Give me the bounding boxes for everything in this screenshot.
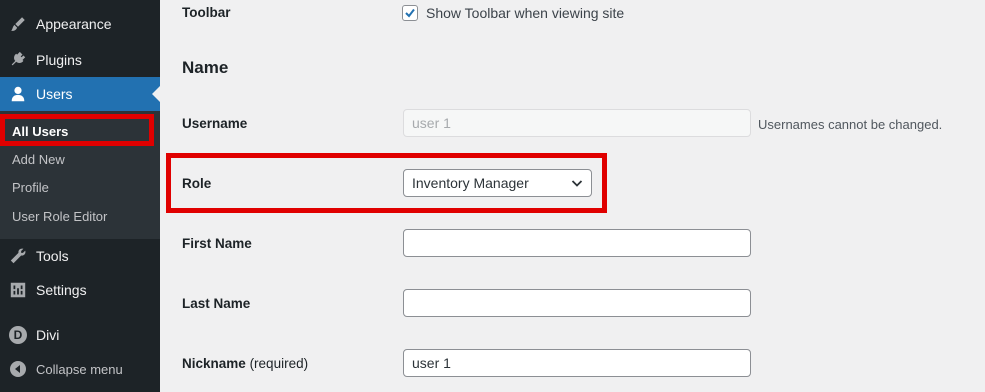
menu-label: Tools	[36, 248, 69, 264]
role-select[interactable]: Inventory Manager	[403, 169, 592, 197]
user-icon	[8, 84, 28, 104]
menu-item-divi[interactable]: D Divi	[0, 318, 160, 352]
current-menu-arrow	[152, 86, 160, 102]
paintbrush-icon	[8, 14, 28, 34]
username-input	[403, 109, 751, 137]
nickname-input[interactable]	[403, 349, 751, 377]
nickname-label: Nickname (required)	[182, 356, 309, 371]
collapse-icon	[8, 359, 28, 379]
submenu-item-user-role-editor[interactable]: User Role Editor	[12, 209, 107, 224]
menu-item-users[interactable]: Users	[0, 77, 160, 111]
submenu-item-profile[interactable]: Profile	[12, 180, 49, 195]
menu-label: Plugins	[36, 52, 82, 68]
username-label: Username	[182, 116, 248, 131]
menu-label: Collapse menu	[36, 361, 123, 377]
submenu-item-all-users[interactable]: All Users	[12, 124, 68, 139]
username-description: Usernames cannot be changed.	[758, 117, 943, 132]
toolbar-checkbox-label[interactable]: Show Toolbar when viewing site	[426, 5, 624, 21]
submenu-item-add-new[interactable]: Add New	[12, 152, 65, 167]
toolbar-checkbox[interactable]	[402, 5, 418, 21]
menu-item-appearance[interactable]: Appearance	[0, 7, 160, 41]
users-submenu: All Users Add New Profile User Role Edit…	[0, 111, 160, 239]
menu-item-plugins[interactable]: Plugins	[0, 43, 160, 77]
checkmark-icon	[405, 8, 415, 18]
wrench-icon	[8, 246, 28, 266]
menu-label: Settings	[36, 282, 87, 298]
menu-label: Divi	[36, 327, 60, 343]
name-section-heading: Name	[182, 58, 229, 77]
admin-sidebar: Appearance Plugins Users All Users Add N…	[0, 0, 160, 392]
last-name-label: Last Name	[182, 296, 251, 311]
menu-item-settings[interactable]: Settings	[0, 273, 160, 307]
menu-label: Appearance	[36, 16, 112, 32]
role-selected-value: Inventory Manager	[412, 175, 529, 191]
settings-icon	[8, 280, 28, 300]
role-label: Role	[182, 176, 212, 191]
divi-icon: D	[8, 325, 28, 345]
menu-label: Users	[36, 86, 73, 102]
required-note: (required)	[249, 356, 309, 371]
plugin-icon	[8, 50, 28, 70]
collapse-menu-button[interactable]: Collapse menu	[0, 352, 160, 386]
menu-item-tools[interactable]: Tools	[0, 239, 160, 273]
chevron-down-icon	[571, 180, 583, 187]
first-name-input[interactable]	[403, 229, 751, 257]
toolbar-label: Toolbar	[182, 5, 231, 20]
first-name-label: First Name	[182, 236, 252, 251]
last-name-input[interactable]	[403, 289, 751, 317]
